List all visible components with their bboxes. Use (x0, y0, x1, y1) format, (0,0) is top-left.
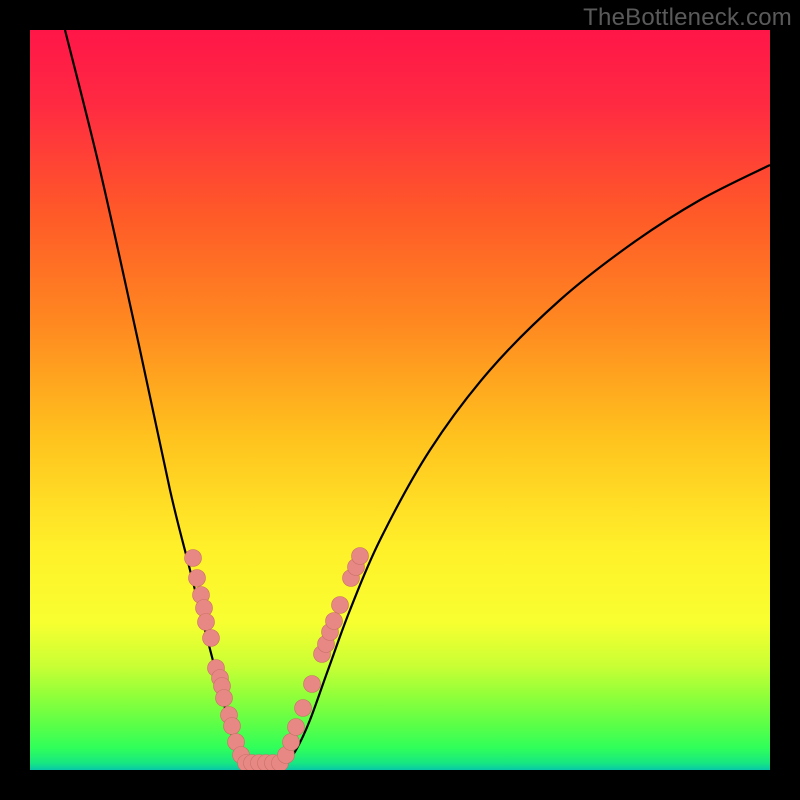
data-point (326, 613, 343, 630)
plot-area (30, 30, 770, 770)
data-point (198, 614, 215, 631)
data-point (216, 690, 233, 707)
chart-svg (30, 30, 770, 770)
data-point (295, 700, 312, 717)
data-point (203, 630, 220, 647)
data-point (185, 550, 202, 567)
data-point (189, 570, 206, 587)
watermark-text: TheBottleneck.com (583, 4, 792, 32)
data-point (352, 548, 369, 565)
data-point (304, 676, 321, 693)
data-point (288, 719, 305, 736)
data-point (224, 718, 241, 735)
data-point (332, 597, 349, 614)
bottleneck-curve (65, 30, 770, 770)
data-point (283, 734, 300, 751)
chart-container: TheBottleneck.com (0, 0, 800, 800)
